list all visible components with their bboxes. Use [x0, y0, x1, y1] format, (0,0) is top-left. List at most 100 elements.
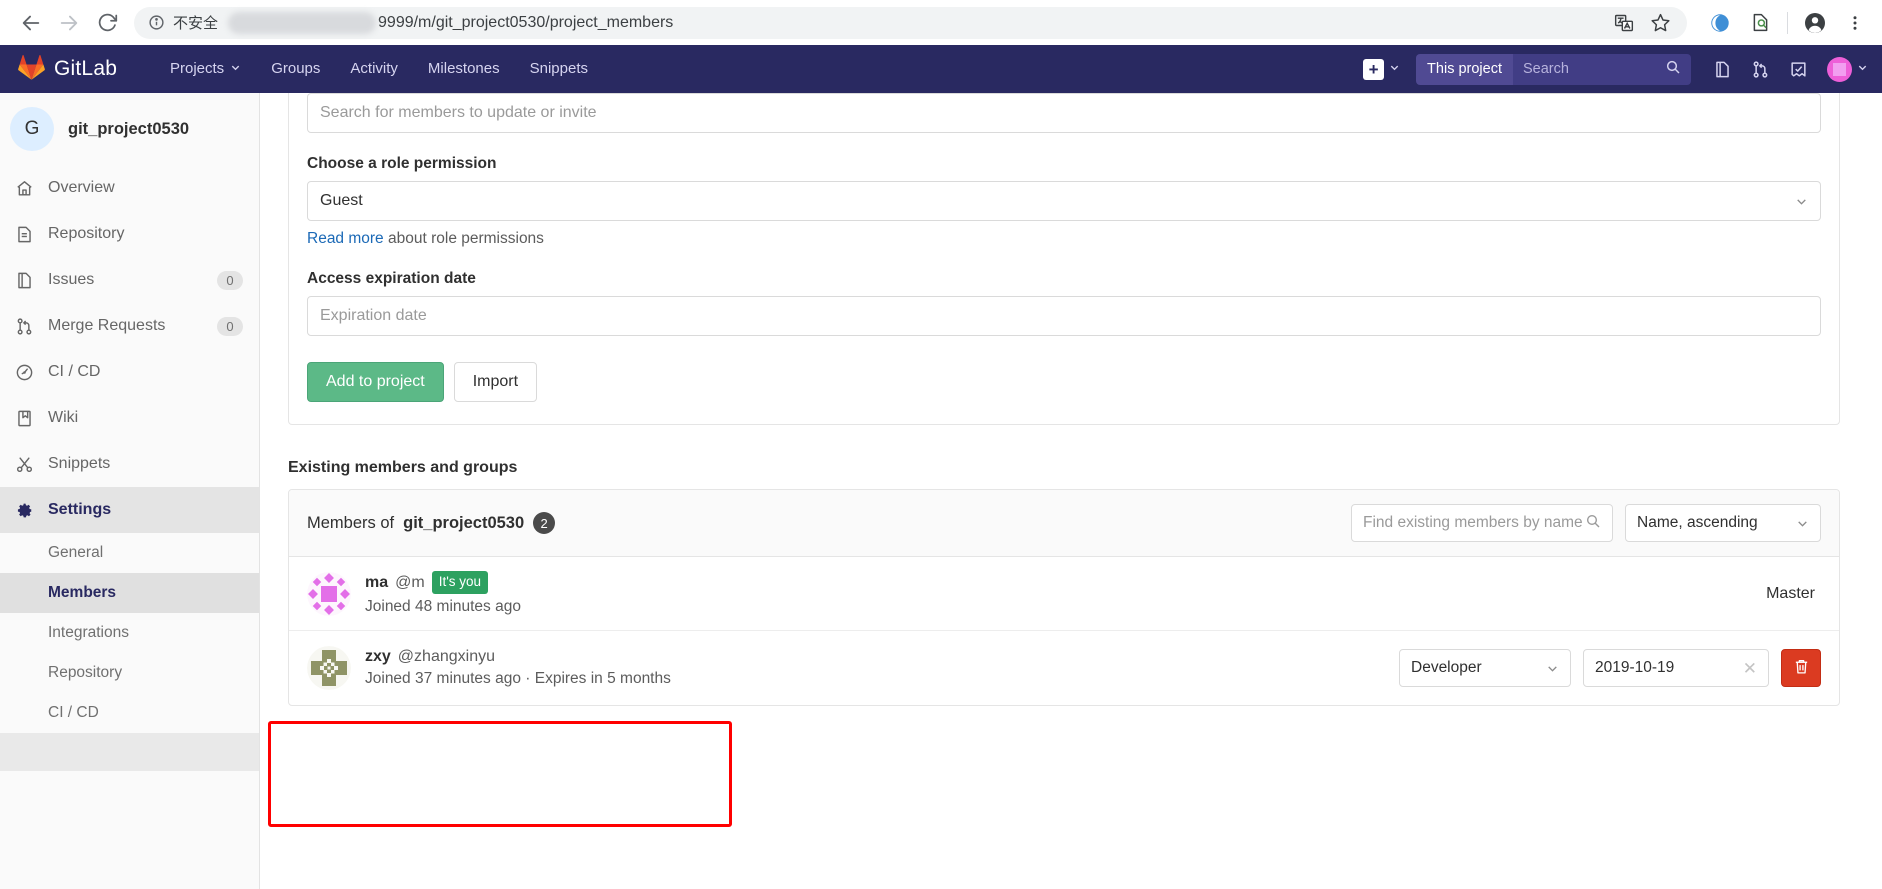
nav-link-projects-label: Projects — [170, 60, 225, 77]
search-icon — [1665, 59, 1681, 80]
sidebar-subitem-members[interactable]: Members — [0, 573, 259, 613]
nav-link-milestones[interactable]: Milestones — [413, 45, 515, 93]
role-help-rest: about role permissions — [383, 230, 544, 247]
home-icon — [14, 179, 34, 198]
chevron-down-icon — [1796, 517, 1809, 530]
members-card-header: Members of git_project0530 2 Find existi… — [289, 490, 1839, 557]
sidebar-item-merge-requests[interactable]: Merge Requests 0 — [0, 303, 259, 349]
member-expiry-input[interactable]: 2019-10-19 ✕ — [1583, 649, 1769, 687]
new-item-button[interactable]: + — [1353, 58, 1410, 80]
search-placeholder-label: Search — [1523, 61, 1569, 77]
role-permission-value: Guest — [320, 192, 363, 209]
reload-icon[interactable] — [90, 6, 124, 40]
sidebar-item-overview[interactable]: Overview — [0, 165, 259, 211]
read-more-link[interactable]: Read more — [307, 230, 384, 247]
translate-icon[interactable] — [1611, 10, 1637, 36]
sidebar-item-settings[interactable]: Settings — [0, 487, 259, 533]
bookmark-star-icon[interactable] — [1647, 10, 1673, 36]
members-sort-select[interactable]: Name, ascending — [1625, 504, 1821, 542]
nav-link-activity[interactable]: Activity — [335, 45, 413, 93]
page-body: G git_project0530 Overview Repository Is… — [0, 93, 1882, 889]
remove-member-button[interactable] — [1781, 649, 1821, 687]
navbar-merge-requests-icon[interactable] — [1741, 45, 1779, 93]
profile-avatar-icon[interactable] — [1802, 10, 1828, 36]
sidebar-item-issues[interactable]: Issues 0 — [0, 257, 259, 303]
info-icon[interactable] — [148, 14, 165, 31]
gitlab-navbar: GitLab Projects Groups Activity Mileston… — [0, 45, 1882, 93]
member-search-input[interactable]: Search for members to update or invite — [307, 93, 1821, 133]
import-button[interactable]: Import — [453, 362, 538, 402]
existing-members-title: Existing members and groups — [288, 459, 518, 476]
member-info: zxy @zhangxinyu Joined 37 minutes ago · … — [365, 648, 1399, 688]
member-handle: @zhangxinyu — [397, 648, 495, 665]
sidebar-subitem-general[interactable]: General — [0, 533, 259, 573]
table-row: zxy @zhangxinyu Joined 37 minutes ago · … — [289, 631, 1839, 705]
members-card: Members of git_project0530 2 Find existi… — [288, 489, 1840, 706]
member-controls: Master — [1766, 585, 1821, 603]
role-help-line: Read more about role permissions — [307, 230, 1821, 248]
three-dot-menu-icon[interactable] — [1842, 10, 1868, 36]
nav-link-snippets[interactable]: Snippets — [515, 45, 603, 93]
member-meta: Joined 37 minutes ago · Expires in 5 mon… — [365, 670, 671, 687]
forward-arrow-icon[interactable] — [52, 6, 86, 40]
avatar — [307, 646, 351, 690]
project-name-label: git_project0530 — [68, 119, 190, 138]
member-name: zxy — [365, 648, 391, 665]
members-count-badge: 2 — [533, 512, 556, 534]
role-permission-label: Choose a role permission — [307, 155, 497, 172]
clear-icon[interactable]: ✕ — [1743, 660, 1757, 677]
navbar-search-input[interactable]: Search — [1513, 53, 1691, 85]
search-scope-selector[interactable]: This project — [1416, 53, 1513, 85]
access-expiration-label: Access expiration date — [307, 270, 476, 287]
member-info: ma @m It's you Joined 48 minutes ago — [365, 571, 1766, 615]
sidebar-item-settings-label: Settings — [48, 501, 112, 518]
project-avatar: G — [10, 107, 54, 151]
member-identity: ma @m It's you — [365, 571, 1766, 594]
sidebar-item-ci-cd-label: CI / CD — [48, 363, 101, 380]
navbar-todos-icon[interactable] — [1779, 45, 1817, 93]
sidebar-item-merge-requests-label: Merge Requests — [48, 317, 166, 334]
trash-icon — [1793, 658, 1810, 678]
nav-link-groups[interactable]: Groups — [256, 45, 335, 93]
user-menu-button[interactable] — [1817, 56, 1868, 82]
sidebar-subitem-ci-cd[interactable]: CI / CD — [0, 693, 259, 733]
sidebar-item-wiki[interactable]: Wiki — [0, 395, 259, 441]
member-role-value: Developer — [1411, 659, 1482, 676]
book-icon — [14, 409, 34, 428]
sidebar-item-snippets-label: Snippets — [48, 455, 111, 472]
extension-circle-icon[interactable] — [1707, 10, 1733, 36]
redacted-host — [228, 11, 377, 34]
search-icon — [1585, 513, 1601, 534]
invite-members-card: Search for members to update or invite C… — [288, 93, 1840, 425]
member-role-select[interactable]: Developer — [1399, 649, 1571, 687]
extension-search-doc-icon[interactable] — [1747, 10, 1773, 36]
nav-link-projects[interactable]: Projects — [155, 45, 256, 93]
sidebar-subitem-repository[interactable]: Repository — [0, 653, 259, 693]
status-badge: It's you — [431, 571, 489, 594]
gitlab-logo-link[interactable]: GitLab — [10, 54, 155, 85]
sidebar-item-repository[interactable]: Repository — [0, 211, 259, 257]
add-to-project-button[interactable]: Add to project — [307, 362, 444, 402]
sidebar-item-overview-label: Overview — [48, 179, 115, 196]
members-sort-value: Name, ascending — [1637, 514, 1758, 531]
expiration-date-input[interactable]: Expiration date — [307, 296, 1821, 336]
insecure-label: 不安全 — [173, 14, 219, 32]
sidebar-item-snippets[interactable]: Snippets — [0, 441, 259, 487]
member-handle: @m — [395, 573, 425, 591]
main-content: Search for members to update or invite C… — [260, 93, 1882, 889]
gear-icon — [14, 501, 34, 520]
back-arrow-icon[interactable] — [14, 6, 48, 40]
address-bar[interactable]: 不安全 9999/m/git_project0530/project_membe… — [134, 6, 1687, 39]
sidebar-filler — [0, 733, 259, 771]
document-icon — [14, 225, 34, 244]
browser-extension-icons — [1699, 10, 1868, 36]
sidebar-item-ci-cd[interactable]: CI / CD — [0, 349, 259, 395]
avatar — [307, 571, 351, 616]
role-permission-select[interactable]: Guest — [307, 181, 1821, 221]
navbar-issues-icon[interactable] — [1703, 45, 1741, 93]
chevron-down-icon — [1546, 662, 1559, 675]
sidebar-merge-requests-count: 0 — [217, 316, 243, 336]
sidebar-project-header[interactable]: G git_project0530 — [0, 93, 259, 165]
sidebar-subitem-integrations[interactable]: Integrations — [0, 613, 259, 653]
find-members-input[interactable]: Find existing members by name — [1351, 504, 1613, 542]
